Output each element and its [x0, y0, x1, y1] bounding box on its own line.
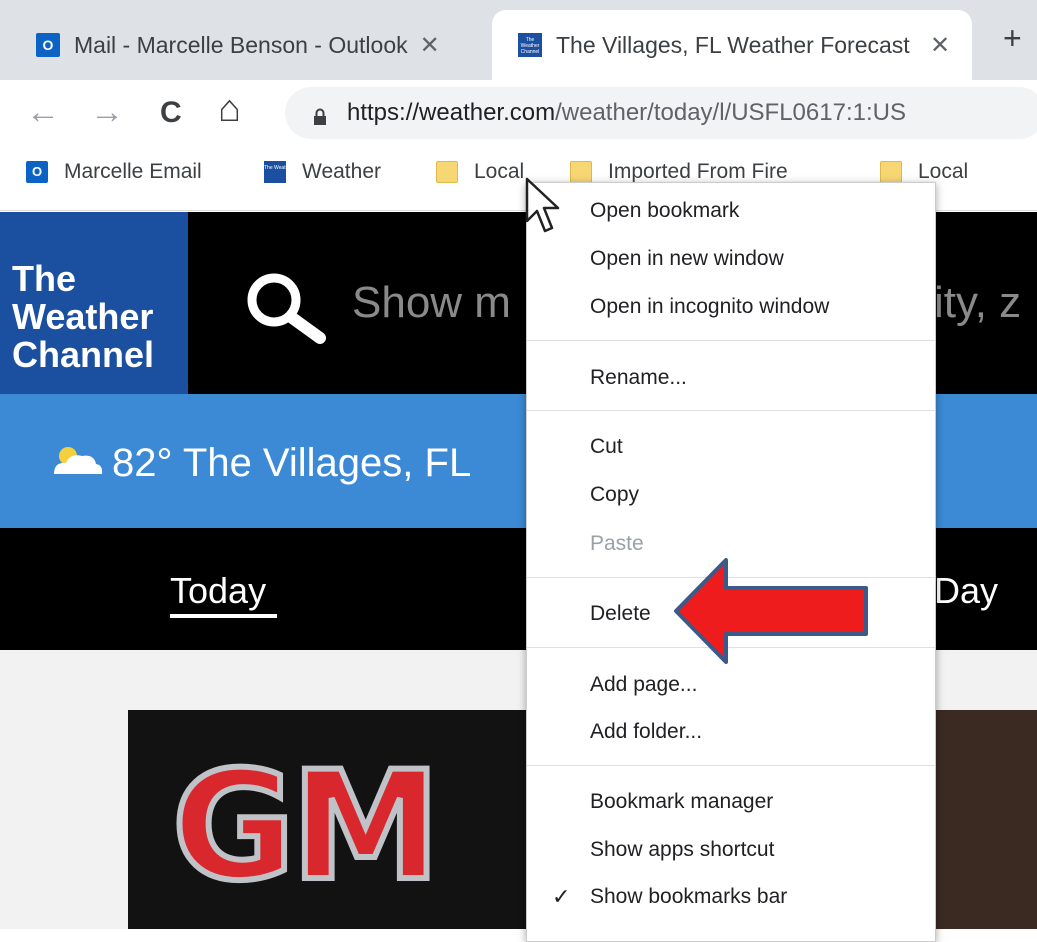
menu-separator — [527, 765, 935, 766]
weather-channel-icon: The Weather Channel — [518, 33, 542, 57]
home-icon[interactable]: ⌂ — [218, 88, 241, 131]
bookmark-folder-local-2[interactable]: Local — [880, 160, 968, 184]
forward-icon[interactable]: → — [90, 93, 124, 132]
location-name: The Villages, FL — [182, 441, 472, 485]
search-icon[interactable] — [244, 270, 330, 351]
url-host: https://weather.com — [347, 99, 556, 126]
menu-item-copy[interactable]: Copy — [590, 483, 639, 507]
bookmark-label: Weather — [302, 160, 381, 183]
menu-item-open-bookmark[interactable]: Open bookmark — [590, 199, 739, 223]
tab-day[interactable]: Day — [934, 570, 998, 612]
menu-separator — [527, 340, 935, 341]
bookmark-label: Imported From Fire — [608, 160, 788, 183]
tab-title: The Villages, FL Weather Forecast — [556, 31, 910, 58]
tab-today[interactable]: Today — [170, 570, 266, 612]
weather-channel-icon: The Weather Channel — [264, 161, 313, 183]
menu-item-open-new-window[interactable]: Open in new window — [590, 247, 784, 271]
menu-item-show-apps-shortcut[interactable]: Show apps shortcut — [590, 838, 774, 862]
gmc-logo: GM — [169, 740, 443, 914]
menu-item-rename[interactable]: Rename... — [590, 366, 687, 390]
bookmark-marcelle-email[interactable]: O Marcelle Email — [26, 160, 202, 184]
partly-cloudy-icon — [46, 444, 104, 483]
logo-line: Channel — [12, 334, 155, 375]
close-tab-icon[interactable]: ✕ — [420, 31, 440, 60]
lock-icon — [313, 105, 327, 125]
url-path: /weather/today/l/USFL0617:1:US — [555, 99, 906, 126]
address-bar[interactable]: https://weather.com/weather/today/l/USFL… — [285, 87, 1037, 139]
menu-separator — [527, 410, 935, 411]
menu-item-cut[interactable]: Cut — [590, 435, 623, 459]
mouse-cursor-icon — [525, 177, 561, 240]
back-icon[interactable]: ← — [26, 93, 60, 132]
current-location[interactable]: 82° The Villages, FL — [112, 441, 471, 486]
weather-channel-logo[interactable]: The Weather Channel — [0, 212, 188, 394]
tab-outlook-mail[interactable]: O Mail - Marcelle Benson - Outlook ✕ — [0, 10, 492, 80]
reload-icon[interactable]: C — [160, 96, 182, 130]
menu-item-show-bookmarks-bar[interactable]: Show bookmarks bar — [590, 885, 787, 909]
close-tab-icon[interactable]: ✕ — [930, 31, 950, 60]
menu-item-add-page[interactable]: Add page... — [590, 673, 697, 697]
bookmark-weather[interactable]: The Weather Channel Weather — [264, 160, 381, 184]
folder-icon — [880, 161, 902, 183]
logo-line: The — [12, 258, 77, 299]
menu-item-add-folder[interactable]: Add folder... — [590, 720, 702, 744]
logo-line: Weather — [12, 296, 154, 337]
active-tab-underline — [170, 614, 277, 618]
bookmark-label: Local — [474, 160, 525, 183]
folder-icon — [570, 161, 592, 183]
bookmark-label: Local — [918, 160, 969, 183]
tab-weather[interactable]: The Weather Channel The Villages, FL Wea… — [492, 10, 972, 80]
folder-icon — [436, 161, 458, 183]
outlook-icon: O — [36, 33, 60, 57]
new-tab-button[interactable]: + — [1003, 20, 1022, 57]
red-arrow-annotation — [672, 556, 872, 671]
current-temperature: 82° — [112, 441, 173, 485]
outlook-icon: O — [26, 161, 48, 183]
menu-item-paste: Paste — [590, 532, 644, 555]
menu-item-bookmark-manager[interactable]: Bookmark manager — [590, 790, 773, 814]
checkmark-icon: ✓ — [552, 884, 571, 909]
menu-item-delete[interactable]: Delete — [590, 602, 651, 626]
bookmark-folder-imported[interactable]: Imported From Fire — [570, 160, 788, 184]
tab-title: Mail - Marcelle Benson - Outlook — [74, 31, 408, 58]
advertisement-image — [920, 710, 1037, 929]
menu-item-open-incognito[interactable]: Open in incognito window — [590, 295, 829, 319]
bookmark-folder-local[interactable]: Local — [436, 160, 524, 184]
bookmark-label: Marcelle Email — [64, 160, 202, 183]
search-input[interactable]: Show m — [352, 278, 511, 328]
